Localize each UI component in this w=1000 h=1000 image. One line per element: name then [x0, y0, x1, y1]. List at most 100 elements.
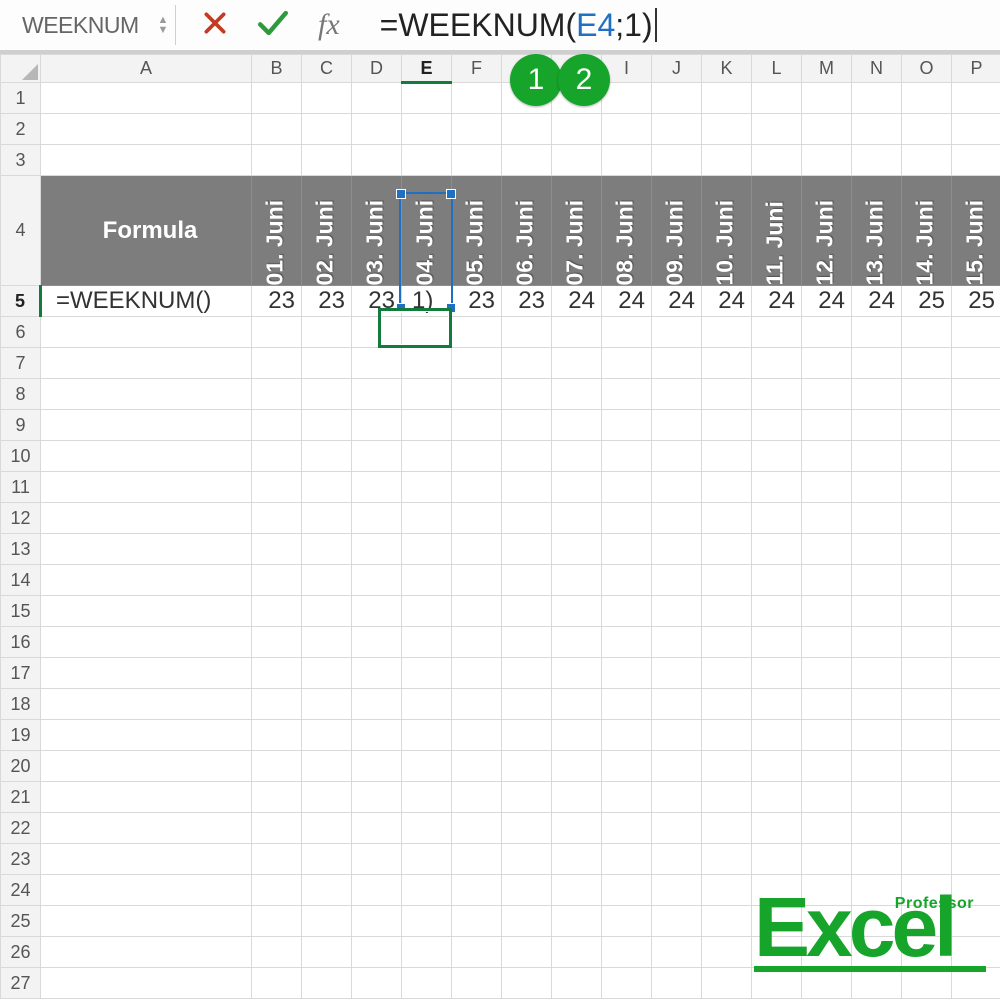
- cell-M20[interactable]: [802, 751, 852, 782]
- cell-L24[interactable]: [752, 875, 802, 906]
- cell-G14[interactable]: [502, 565, 552, 596]
- cell-E18[interactable]: [402, 689, 452, 720]
- cell-L7[interactable]: [752, 348, 802, 379]
- cell-G16[interactable]: [502, 627, 552, 658]
- cell-D1[interactable]: [352, 83, 402, 114]
- cell-F25[interactable]: [452, 906, 502, 937]
- cell-I5[interactable]: 24: [602, 286, 652, 317]
- cell-I10[interactable]: [602, 441, 652, 472]
- cell-D5[interactable]: 23: [352, 286, 402, 317]
- cell-I19[interactable]: [602, 720, 652, 751]
- cell-D26[interactable]: [352, 937, 402, 968]
- cell-N4[interactable]: 13. Juni: [852, 176, 902, 286]
- cell-G20[interactable]: [502, 751, 552, 782]
- cell-J16[interactable]: [652, 627, 702, 658]
- cell-D19[interactable]: [352, 720, 402, 751]
- row-header-11[interactable]: 11: [1, 472, 41, 503]
- cell-C15[interactable]: [302, 596, 352, 627]
- cell-E27[interactable]: [402, 968, 452, 999]
- cell-P23[interactable]: [952, 844, 1000, 875]
- cell-I27[interactable]: [602, 968, 652, 999]
- cell-A26[interactable]: [41, 937, 252, 968]
- cell-J12[interactable]: [652, 503, 702, 534]
- cell-B16[interactable]: [252, 627, 302, 658]
- cell-H9[interactable]: [552, 410, 602, 441]
- cell-B25[interactable]: [252, 906, 302, 937]
- cell-L1[interactable]: [752, 83, 802, 114]
- cell-E20[interactable]: [402, 751, 452, 782]
- cell-P16[interactable]: [952, 627, 1000, 658]
- row-header-2[interactable]: 2: [1, 114, 41, 145]
- cell-C12[interactable]: [302, 503, 352, 534]
- cell-H19[interactable]: [552, 720, 602, 751]
- cell-K8[interactable]: [702, 379, 752, 410]
- row-header-24[interactable]: 24: [1, 875, 41, 906]
- row-header-18[interactable]: 18: [1, 689, 41, 720]
- cell-L2[interactable]: [752, 114, 802, 145]
- cell-B8[interactable]: [252, 379, 302, 410]
- cell-C8[interactable]: [302, 379, 352, 410]
- cell-F21[interactable]: [452, 782, 502, 813]
- cell-K27[interactable]: [702, 968, 752, 999]
- cell-A2[interactable]: [41, 114, 252, 145]
- cell-E7[interactable]: [402, 348, 452, 379]
- cell-L8[interactable]: [752, 379, 802, 410]
- cell-P8[interactable]: [952, 379, 1000, 410]
- cell-D22[interactable]: [352, 813, 402, 844]
- cell-F12[interactable]: [452, 503, 502, 534]
- column-header-G[interactable]: G: [502, 55, 552, 83]
- cell-B3[interactable]: [252, 145, 302, 176]
- cell-I8[interactable]: [602, 379, 652, 410]
- cell-C20[interactable]: [302, 751, 352, 782]
- cell-E14[interactable]: [402, 565, 452, 596]
- cell-G12[interactable]: [502, 503, 552, 534]
- cell-O11[interactable]: [902, 472, 952, 503]
- cell-N25[interactable]: [852, 906, 902, 937]
- cell-C3[interactable]: [302, 145, 352, 176]
- cell-I17[interactable]: [602, 658, 652, 689]
- cell-E22[interactable]: [402, 813, 452, 844]
- cell-G18[interactable]: [502, 689, 552, 720]
- cell-O26[interactable]: [902, 937, 952, 968]
- cell-O3[interactable]: [902, 145, 952, 176]
- cell-K19[interactable]: [702, 720, 752, 751]
- cell-J24[interactable]: [652, 875, 702, 906]
- cell-N16[interactable]: [852, 627, 902, 658]
- cell-D8[interactable]: [352, 379, 402, 410]
- cell-L16[interactable]: [752, 627, 802, 658]
- cell-J4[interactable]: 09. Juni: [652, 176, 702, 286]
- cell-G25[interactable]: [502, 906, 552, 937]
- column-header-P[interactable]: P: [952, 55, 1000, 83]
- cell-C24[interactable]: [302, 875, 352, 906]
- cell-K12[interactable]: [702, 503, 752, 534]
- cell-O9[interactable]: [902, 410, 952, 441]
- cell-A22[interactable]: [41, 813, 252, 844]
- cell-F16[interactable]: [452, 627, 502, 658]
- cell-F24[interactable]: [452, 875, 502, 906]
- cell-H10[interactable]: [552, 441, 602, 472]
- cell-I7[interactable]: [602, 348, 652, 379]
- cell-K16[interactable]: [702, 627, 752, 658]
- cell-A7[interactable]: [41, 348, 252, 379]
- cell-H3[interactable]: [552, 145, 602, 176]
- cell-E3[interactable]: [402, 145, 452, 176]
- column-header-J[interactable]: J: [652, 55, 702, 83]
- cell-P12[interactable]: [952, 503, 1000, 534]
- cell-H20[interactable]: [552, 751, 602, 782]
- cell-M26[interactable]: [802, 937, 852, 968]
- cell-L5[interactable]: 24: [752, 286, 802, 317]
- cell-E12[interactable]: [402, 503, 452, 534]
- cell-B17[interactable]: [252, 658, 302, 689]
- cell-N13[interactable]: [852, 534, 902, 565]
- cell-I26[interactable]: [602, 937, 652, 968]
- cell-E11[interactable]: [402, 472, 452, 503]
- cell-G2[interactable]: [502, 114, 552, 145]
- cell-P11[interactable]: [952, 472, 1000, 503]
- cell-O19[interactable]: [902, 720, 952, 751]
- cell-E9[interactable]: [402, 410, 452, 441]
- cell-O6[interactable]: [902, 317, 952, 348]
- cell-M15[interactable]: [802, 596, 852, 627]
- cell-B1[interactable]: [252, 83, 302, 114]
- cell-N3[interactable]: [852, 145, 902, 176]
- cell-L10[interactable]: [752, 441, 802, 472]
